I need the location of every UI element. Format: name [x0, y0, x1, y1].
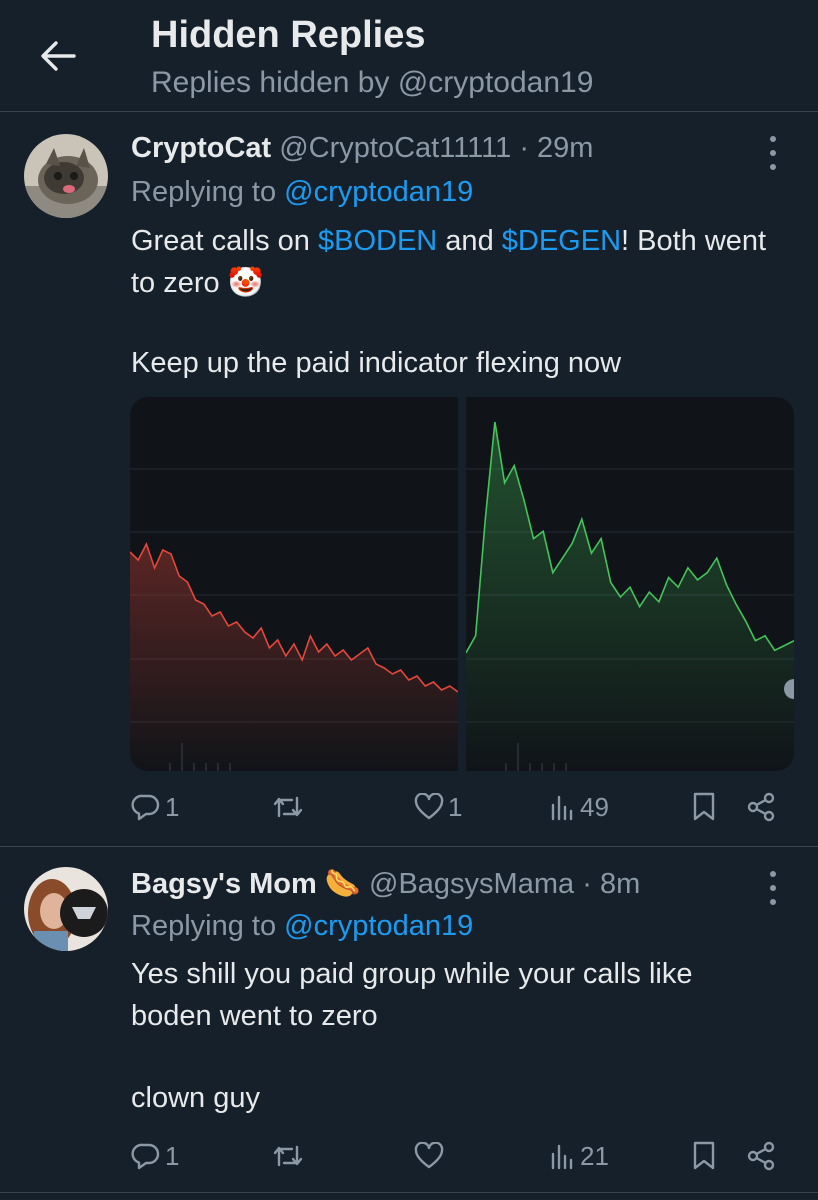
- share-icon: [747, 1141, 775, 1171]
- avatar[interactable]: [24, 134, 108, 218]
- views-icon: [551, 1144, 573, 1170]
- tweet-text-line-2: clown guy: [131, 1082, 260, 1114]
- replying-to: Replying to @cryptodan19: [131, 910, 473, 943]
- price-chart-red: [130, 468, 459, 771]
- views-icon: [551, 795, 573, 821]
- tweet-actions: 1 21: [0, 1136, 818, 1176]
- page-subtitle: Replies hidden by @cryptodan19: [151, 66, 594, 99]
- tweet-text: Great calls on $BODEN and $DEGEN! Both w…: [131, 220, 791, 304]
- replying-to-label: Replying to: [131, 176, 285, 208]
- back-arrow-icon: [41, 41, 76, 71]
- timestamp[interactable]: 8m: [600, 868, 640, 900]
- page-title: Hidden Replies: [151, 14, 426, 56]
- text-segment: Great calls on: [131, 225, 318, 257]
- like-button[interactable]: 1: [414, 787, 462, 827]
- chart-panel-red[interactable]: [130, 397, 459, 771]
- separator-dot: ·: [582, 868, 592, 900]
- views-count: 21: [580, 1140, 609, 1171]
- share-icon: [747, 792, 775, 822]
- reply-icon: [131, 794, 160, 821]
- like-icon: [414, 793, 444, 820]
- hotdog-emoji: 🌭: [324, 868, 361, 900]
- author-handle[interactable]: @CryptoCat11111: [279, 132, 511, 164]
- share-button[interactable]: [746, 1136, 776, 1176]
- bookmark-button[interactable]: [692, 1136, 716, 1176]
- views-button[interactable]: 21: [550, 1136, 609, 1176]
- text-segment: and: [437, 225, 502, 257]
- author-name[interactable]: CryptoCat: [131, 132, 271, 164]
- avatar[interactable]: [24, 867, 108, 951]
- reply-button[interactable]: 1: [131, 787, 179, 827]
- chart-panel-green[interactable]: [465, 397, 794, 771]
- more-icon: [770, 871, 776, 877]
- more-options-button[interactable]: [758, 136, 788, 170]
- cashtag-boden[interactable]: $BODEN: [318, 225, 437, 257]
- reply-count: 1: [165, 791, 180, 822]
- page-header: Hidden Replies Replies hidden by @crypto…: [0, 0, 818, 112]
- bookmark-icon: [693, 792, 715, 821]
- chart-area: [130, 544, 458, 771]
- cashtag-degen[interactable]: $DEGEN: [502, 225, 621, 257]
- clown-emoji: 🤡: [227, 267, 264, 299]
- tweet-text: Yes shill you paid group while your call…: [131, 958, 693, 1032]
- replying-to: Replying to @cryptodan19: [131, 176, 473, 209]
- views-count: 49: [580, 791, 609, 822]
- more-options-button[interactable]: [758, 871, 788, 905]
- bookmark-button[interactable]: [692, 787, 716, 827]
- more-icon: [770, 136, 776, 142]
- retweet-icon: [273, 1145, 303, 1167]
- price-chart-green: [465, 421, 794, 771]
- author-handle[interactable]: @BagsysMama: [369, 868, 574, 900]
- mention-link[interactable]: @cryptodan19: [284, 910, 473, 942]
- share-button[interactable]: [746, 787, 776, 827]
- tweet-actions: 1 1 49: [0, 787, 818, 827]
- like-count: 1: [448, 791, 463, 822]
- separator-dot: ·: [519, 132, 529, 164]
- tweet-text-line-2: Keep up the paid indicator flexing now: [131, 347, 622, 379]
- retweet-button[interactable]: [272, 1136, 304, 1176]
- tweet-media[interactable]: [130, 397, 794, 771]
- mention-link[interactable]: @cryptodan19: [284, 176, 473, 208]
- retweet-button[interactable]: [272, 787, 304, 827]
- author-name[interactable]: Bagsy's Mom: [131, 868, 317, 900]
- reply-count: 1: [165, 1140, 180, 1171]
- reply-button[interactable]: 1: [131, 1136, 179, 1176]
- like-button[interactable]: [414, 1136, 444, 1176]
- bookmark-icon: [693, 1141, 715, 1170]
- reply-icon: [131, 1143, 160, 1170]
- timestamp[interactable]: 29m: [537, 132, 593, 164]
- chart-area: [466, 422, 794, 771]
- back-button[interactable]: [30, 28, 86, 84]
- replying-to-label: Replying to: [131, 910, 285, 942]
- like-icon: [414, 1142, 444, 1169]
- views-button[interactable]: 49: [550, 787, 609, 827]
- retweet-icon: [273, 796, 303, 818]
